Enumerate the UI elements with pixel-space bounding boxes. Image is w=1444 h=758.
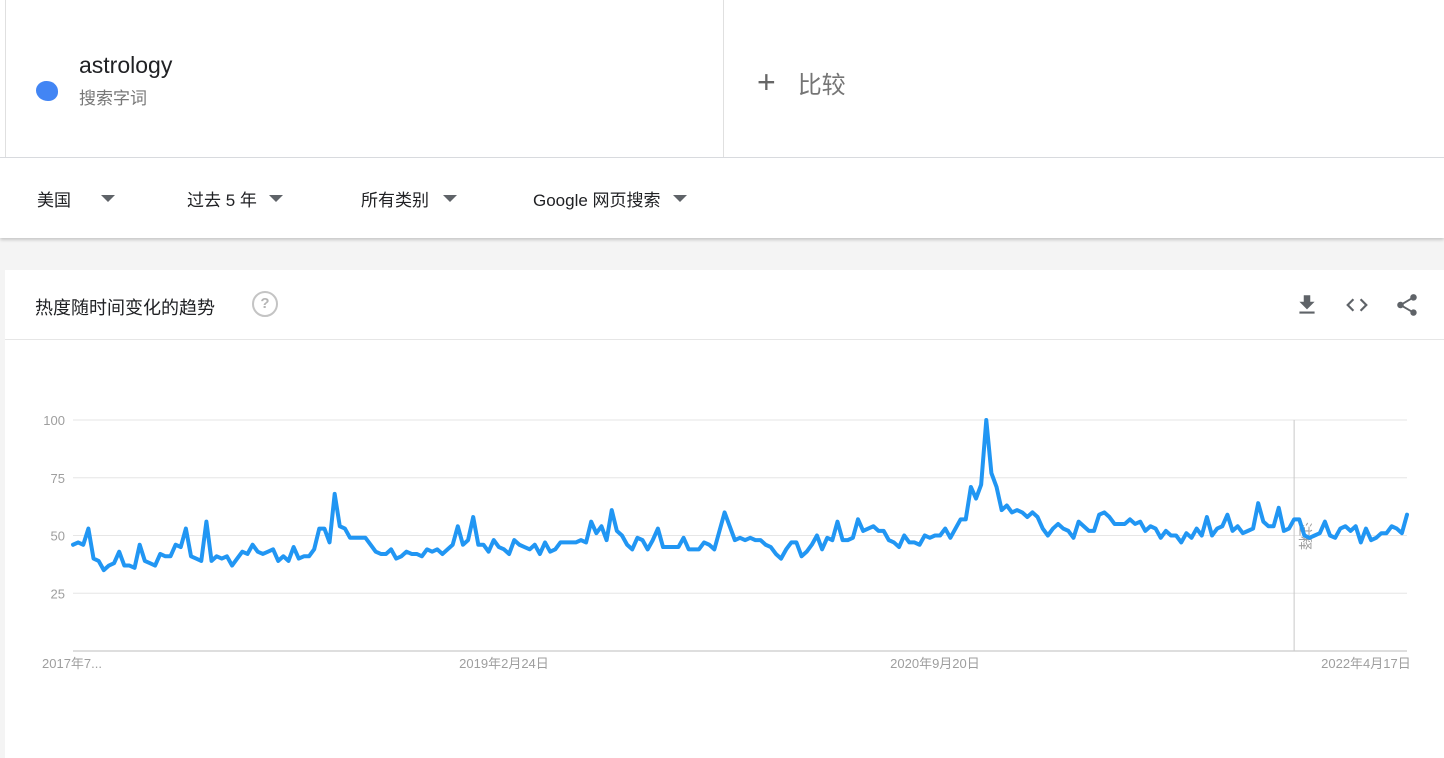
compare-label: 比较 xyxy=(797,71,846,99)
panel-title: 热度随时间变化的趋势 xyxy=(35,298,215,318)
search-term-bar: astrology 搜索字词 + 比较 xyxy=(0,0,1444,158)
panel-header: 热度随时间变化的趋势 ? xyxy=(5,270,1444,340)
term-color-dot xyxy=(36,81,58,101)
x-tick-label: 2020年9月20日 xyxy=(890,656,980,671)
y-tick-label: 50 xyxy=(51,529,65,544)
share-icon[interactable] xyxy=(1394,292,1420,318)
caret-down-icon xyxy=(268,195,283,202)
embed-icon[interactable] xyxy=(1344,292,1370,318)
filter-search-type-label: Google 网页搜索 xyxy=(533,191,661,210)
filter-category-label: 所有类别 xyxy=(361,191,429,210)
compare-button[interactable]: + 比较 xyxy=(757,62,846,102)
interest-over-time-panel: 热度随时间变化的趋势 ? 注释 25 50 75 100 2017年7... 2019年2… xyxy=(5,270,1444,758)
filter-search-type-dropdown[interactable]: Google 网页搜索 xyxy=(533,186,687,211)
trend-chart-svg[interactable]: 注释 2550751002017年7... 2019年2月24日 2020年9月20… xyxy=(5,340,1444,758)
search-term-card[interactable]: astrology 搜索字词 xyxy=(5,0,724,157)
x-tick-label: 2019年2月24日 xyxy=(459,656,549,671)
x-tick-label: 2017年7... xyxy=(42,656,102,671)
x-tick-label: 2022年4月17日 xyxy=(1321,656,1411,671)
y-tick-label: 25 xyxy=(51,586,65,601)
filter-category-dropdown[interactable]: 所有类别 xyxy=(361,186,457,211)
y-tick-label: 75 xyxy=(51,471,65,486)
caret-down-icon xyxy=(101,195,115,202)
filter-time-dropdown[interactable]: 过去 5 年 xyxy=(187,186,283,211)
filter-region-label: 美国 xyxy=(37,191,71,210)
filter-bar: 美国 过去 5 年 所有类别 Google 网页搜索 xyxy=(0,158,1444,238)
trend-chart[interactable]: 注释 25 50 75 100 2017年7... 2019年2月24日 2020年9月20… xyxy=(5,340,1444,758)
series-line-astrology[interactable] xyxy=(71,418,1409,573)
term-type-label: 搜索字词 xyxy=(79,89,147,108)
caret-down-icon xyxy=(443,195,457,202)
caret-down-icon xyxy=(672,195,687,202)
filter-time-label: 过去 5 年 xyxy=(187,191,257,210)
filter-region-dropdown[interactable]: 美国 xyxy=(37,186,115,211)
term-name[interactable]: astrology xyxy=(79,52,172,79)
y-tick-label: 100 xyxy=(43,413,65,428)
plus-icon: + xyxy=(757,64,776,100)
download-icon[interactable] xyxy=(1294,292,1320,318)
help-icon[interactable]: ? xyxy=(252,291,278,317)
